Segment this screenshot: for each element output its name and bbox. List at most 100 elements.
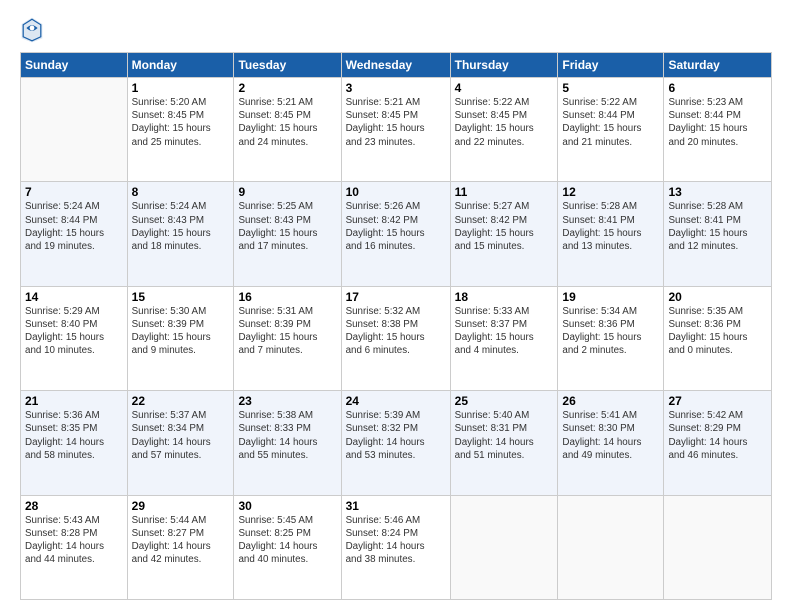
calendar-week-row: 1Sunrise: 5:20 AM Sunset: 8:45 PM Daylig… bbox=[21, 78, 772, 182]
day-info: Sunrise: 5:29 AM Sunset: 8:40 PM Dayligh… bbox=[25, 305, 123, 358]
calendar-cell: 23Sunrise: 5:38 AM Sunset: 8:33 PM Dayli… bbox=[234, 391, 341, 495]
day-number: 9 bbox=[238, 185, 336, 199]
calendar-cell: 11Sunrise: 5:27 AM Sunset: 8:42 PM Dayli… bbox=[450, 182, 558, 286]
calendar-header-row: SundayMondayTuesdayWednesdayThursdayFrid… bbox=[21, 53, 772, 78]
day-info: Sunrise: 5:31 AM Sunset: 8:39 PM Dayligh… bbox=[238, 305, 336, 358]
day-info: Sunrise: 5:22 AM Sunset: 8:45 PM Dayligh… bbox=[455, 96, 554, 149]
day-number: 3 bbox=[346, 81, 446, 95]
calendar-cell: 30Sunrise: 5:45 AM Sunset: 8:25 PM Dayli… bbox=[234, 495, 341, 599]
day-info: Sunrise: 5:45 AM Sunset: 8:25 PM Dayligh… bbox=[238, 514, 336, 567]
page: SundayMondayTuesdayWednesdayThursdayFrid… bbox=[0, 0, 792, 612]
day-info: Sunrise: 5:33 AM Sunset: 8:37 PM Dayligh… bbox=[455, 305, 554, 358]
calendar-cell: 31Sunrise: 5:46 AM Sunset: 8:24 PM Dayli… bbox=[341, 495, 450, 599]
day-number: 28 bbox=[25, 499, 123, 513]
day-number: 26 bbox=[562, 394, 659, 408]
header-wednesday: Wednesday bbox=[341, 53, 450, 78]
day-number: 19 bbox=[562, 290, 659, 304]
calendar-cell: 7Sunrise: 5:24 AM Sunset: 8:44 PM Daylig… bbox=[21, 182, 128, 286]
day-info: Sunrise: 5:28 AM Sunset: 8:41 PM Dayligh… bbox=[562, 200, 659, 253]
day-number: 13 bbox=[668, 185, 767, 199]
header-friday: Friday bbox=[558, 53, 664, 78]
calendar-cell bbox=[664, 495, 772, 599]
calendar-cell: 15Sunrise: 5:30 AM Sunset: 8:39 PM Dayli… bbox=[127, 286, 234, 390]
calendar-cell: 28Sunrise: 5:43 AM Sunset: 8:28 PM Dayli… bbox=[21, 495, 128, 599]
day-number: 5 bbox=[562, 81, 659, 95]
calendar-week-row: 14Sunrise: 5:29 AM Sunset: 8:40 PM Dayli… bbox=[21, 286, 772, 390]
calendar-week-row: 28Sunrise: 5:43 AM Sunset: 8:28 PM Dayli… bbox=[21, 495, 772, 599]
day-info: Sunrise: 5:32 AM Sunset: 8:38 PM Dayligh… bbox=[346, 305, 446, 358]
day-info: Sunrise: 5:26 AM Sunset: 8:42 PM Dayligh… bbox=[346, 200, 446, 253]
calendar-cell: 3Sunrise: 5:21 AM Sunset: 8:45 PM Daylig… bbox=[341, 78, 450, 182]
day-number: 10 bbox=[346, 185, 446, 199]
day-info: Sunrise: 5:35 AM Sunset: 8:36 PM Dayligh… bbox=[668, 305, 767, 358]
day-info: Sunrise: 5:30 AM Sunset: 8:39 PM Dayligh… bbox=[132, 305, 230, 358]
day-number: 2 bbox=[238, 81, 336, 95]
day-info: Sunrise: 5:39 AM Sunset: 8:32 PM Dayligh… bbox=[346, 409, 446, 462]
calendar-cell: 2Sunrise: 5:21 AM Sunset: 8:45 PM Daylig… bbox=[234, 78, 341, 182]
calendar-cell: 21Sunrise: 5:36 AM Sunset: 8:35 PM Dayli… bbox=[21, 391, 128, 495]
day-number: 31 bbox=[346, 499, 446, 513]
calendar-week-row: 7Sunrise: 5:24 AM Sunset: 8:44 PM Daylig… bbox=[21, 182, 772, 286]
calendar-cell: 16Sunrise: 5:31 AM Sunset: 8:39 PM Dayli… bbox=[234, 286, 341, 390]
calendar-cell: 27Sunrise: 5:42 AM Sunset: 8:29 PM Dayli… bbox=[664, 391, 772, 495]
calendar-week-row: 21Sunrise: 5:36 AM Sunset: 8:35 PM Dayli… bbox=[21, 391, 772, 495]
day-info: Sunrise: 5:27 AM Sunset: 8:42 PM Dayligh… bbox=[455, 200, 554, 253]
calendar-cell: 4Sunrise: 5:22 AM Sunset: 8:45 PM Daylig… bbox=[450, 78, 558, 182]
day-number: 23 bbox=[238, 394, 336, 408]
day-number: 29 bbox=[132, 499, 230, 513]
day-number: 21 bbox=[25, 394, 123, 408]
day-info: Sunrise: 5:43 AM Sunset: 8:28 PM Dayligh… bbox=[25, 514, 123, 567]
day-info: Sunrise: 5:34 AM Sunset: 8:36 PM Dayligh… bbox=[562, 305, 659, 358]
day-info: Sunrise: 5:36 AM Sunset: 8:35 PM Dayligh… bbox=[25, 409, 123, 462]
calendar-cell: 22Sunrise: 5:37 AM Sunset: 8:34 PM Dayli… bbox=[127, 391, 234, 495]
day-info: Sunrise: 5:25 AM Sunset: 8:43 PM Dayligh… bbox=[238, 200, 336, 253]
day-info: Sunrise: 5:37 AM Sunset: 8:34 PM Dayligh… bbox=[132, 409, 230, 462]
calendar-cell: 8Sunrise: 5:24 AM Sunset: 8:43 PM Daylig… bbox=[127, 182, 234, 286]
day-number: 8 bbox=[132, 185, 230, 199]
day-info: Sunrise: 5:22 AM Sunset: 8:44 PM Dayligh… bbox=[562, 96, 659, 149]
calendar-cell: 29Sunrise: 5:44 AM Sunset: 8:27 PM Dayli… bbox=[127, 495, 234, 599]
calendar-cell: 25Sunrise: 5:40 AM Sunset: 8:31 PM Dayli… bbox=[450, 391, 558, 495]
calendar-cell: 10Sunrise: 5:26 AM Sunset: 8:42 PM Dayli… bbox=[341, 182, 450, 286]
logo bbox=[20, 16, 48, 44]
header-sunday: Sunday bbox=[21, 53, 128, 78]
calendar-cell: 26Sunrise: 5:41 AM Sunset: 8:30 PM Dayli… bbox=[558, 391, 664, 495]
header-monday: Monday bbox=[127, 53, 234, 78]
day-number: 30 bbox=[238, 499, 336, 513]
day-info: Sunrise: 5:38 AM Sunset: 8:33 PM Dayligh… bbox=[238, 409, 336, 462]
day-number: 24 bbox=[346, 394, 446, 408]
calendar-table: SundayMondayTuesdayWednesdayThursdayFrid… bbox=[20, 52, 772, 600]
calendar-cell: 14Sunrise: 5:29 AM Sunset: 8:40 PM Dayli… bbox=[21, 286, 128, 390]
logo-icon bbox=[20, 16, 44, 44]
calendar-cell bbox=[450, 495, 558, 599]
day-number: 1 bbox=[132, 81, 230, 95]
day-info: Sunrise: 5:40 AM Sunset: 8:31 PM Dayligh… bbox=[455, 409, 554, 462]
header-saturday: Saturday bbox=[664, 53, 772, 78]
calendar-cell: 17Sunrise: 5:32 AM Sunset: 8:38 PM Dayli… bbox=[341, 286, 450, 390]
header-thursday: Thursday bbox=[450, 53, 558, 78]
day-number: 20 bbox=[668, 290, 767, 304]
day-number: 15 bbox=[132, 290, 230, 304]
day-number: 18 bbox=[455, 290, 554, 304]
day-info: Sunrise: 5:42 AM Sunset: 8:29 PM Dayligh… bbox=[668, 409, 767, 462]
calendar-cell: 24Sunrise: 5:39 AM Sunset: 8:32 PM Dayli… bbox=[341, 391, 450, 495]
day-number: 6 bbox=[668, 81, 767, 95]
day-number: 14 bbox=[25, 290, 123, 304]
calendar-cell bbox=[558, 495, 664, 599]
day-info: Sunrise: 5:41 AM Sunset: 8:30 PM Dayligh… bbox=[562, 409, 659, 462]
calendar-cell: 13Sunrise: 5:28 AM Sunset: 8:41 PM Dayli… bbox=[664, 182, 772, 286]
calendar-cell: 19Sunrise: 5:34 AM Sunset: 8:36 PM Dayli… bbox=[558, 286, 664, 390]
day-number: 22 bbox=[132, 394, 230, 408]
calendar-cell: 20Sunrise: 5:35 AM Sunset: 8:36 PM Dayli… bbox=[664, 286, 772, 390]
day-number: 4 bbox=[455, 81, 554, 95]
day-number: 12 bbox=[562, 185, 659, 199]
header-tuesday: Tuesday bbox=[234, 53, 341, 78]
day-number: 27 bbox=[668, 394, 767, 408]
day-number: 16 bbox=[238, 290, 336, 304]
calendar-cell: 18Sunrise: 5:33 AM Sunset: 8:37 PM Dayli… bbox=[450, 286, 558, 390]
day-info: Sunrise: 5:24 AM Sunset: 8:43 PM Dayligh… bbox=[132, 200, 230, 253]
calendar-cell: 12Sunrise: 5:28 AM Sunset: 8:41 PM Dayli… bbox=[558, 182, 664, 286]
day-info: Sunrise: 5:46 AM Sunset: 8:24 PM Dayligh… bbox=[346, 514, 446, 567]
calendar-cell: 5Sunrise: 5:22 AM Sunset: 8:44 PM Daylig… bbox=[558, 78, 664, 182]
calendar-cell: 1Sunrise: 5:20 AM Sunset: 8:45 PM Daylig… bbox=[127, 78, 234, 182]
